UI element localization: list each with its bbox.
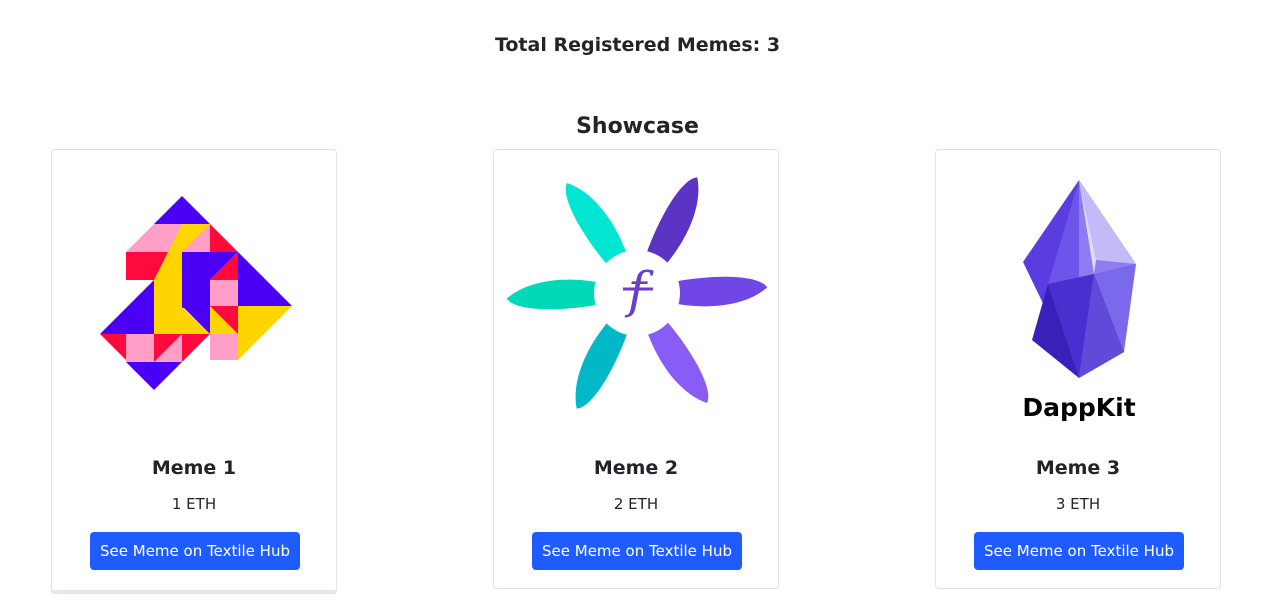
meme-3-image: DappKit <box>936 164 1222 434</box>
meme-card-1: Meme 1 1 ETH See Meme on Textile Hub <box>51 149 337 594</box>
meme-2-price: 2 ETH <box>613 495 659 513</box>
meme-2-image: f <box>494 164 780 434</box>
meme-card-2: f Meme 2 2 ETH See Meme on Textile Hub <box>493 149 779 589</box>
meme-card-3: DappKit Meme 3 3 ETH See Meme on Textile… <box>935 149 1221 589</box>
page: Total Registered Memes: 3 Showcase Meme … <box>0 0 1275 614</box>
meme-1-image <box>52 164 338 434</box>
total-registered-memes: Total Registered Memes: 3 <box>494 34 781 56</box>
see-meme-3-button[interactable]: See Meme on Textile Hub <box>974 532 1184 570</box>
see-meme-2-button[interactable]: See Meme on Textile Hub <box>532 532 742 570</box>
dappkit-logo-text: DappKit <box>1022 393 1135 422</box>
meme-3-price: 3 ETH <box>1055 495 1101 513</box>
meme-3-title: Meme 3 <box>1035 457 1121 479</box>
showcase-heading: Showcase <box>576 114 699 139</box>
meme-2-title: Meme 2 <box>593 457 679 479</box>
meme-1-price: 1 ETH <box>171 495 217 513</box>
see-meme-1-button[interactable]: See Meme on Textile Hub <box>90 532 300 570</box>
meme-1-title: Meme 1 <box>151 457 237 479</box>
